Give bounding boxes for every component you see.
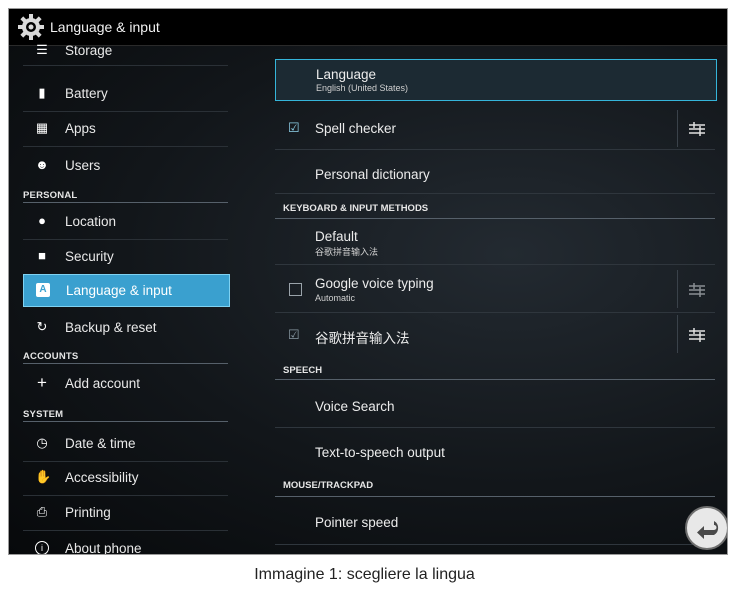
- sidebar-item-accessibility[interactable]: ✋ Accessibility: [23, 461, 228, 496]
- sidebar-item-about-phone[interactable]: i About phone: [23, 532, 228, 555]
- sidebar-item-add-account[interactable]: + Add account: [23, 367, 228, 397]
- sidebar: ☰ Storage ▮ Battery ▦ Apps ☻ Users PERSO…: [9, 43, 261, 555]
- personal-dictionary-item[interactable]: Personal dictionary: [275, 151, 715, 194]
- section-divider: [23, 202, 228, 203]
- voice-search-item[interactable]: Voice Search: [275, 381, 715, 428]
- section-divider: [23, 421, 228, 422]
- section-speech: SPEECH: [283, 365, 323, 376]
- sidebar-item-label: Location: [65, 214, 117, 229]
- item-title: Spell checker: [315, 121, 397, 136]
- settings-window: Language & input ☰ Storage ▮ Battery ▦ A…: [8, 8, 728, 555]
- back-arrow-icon: [697, 521, 719, 539]
- item-title: Text-to-speech output: [315, 445, 445, 460]
- sidebar-item-label: Security: [65, 249, 114, 264]
- item-subtitle: 谷歌拼音输入法: [315, 247, 379, 257]
- default-input-item[interactable]: Default 谷歌拼音输入法: [275, 220, 715, 265]
- text-to-speech-item[interactable]: Text-to-speech output: [275, 429, 715, 473]
- sidebar-item-label: Users: [65, 158, 101, 173]
- pinyin-input-item[interactable]: ☑ 谷歌拼音输入法: [275, 315, 715, 355]
- sidebar-item-battery[interactable]: ▮ Battery: [23, 77, 228, 112]
- language-item[interactable]: Language English (United States): [275, 59, 717, 101]
- info-icon: i: [35, 541, 49, 554]
- backup-icon: ↻: [36, 319, 48, 334]
- lock-icon: ■: [38, 248, 46, 263]
- sidebar-item-label: Backup & reset: [65, 320, 157, 335]
- google-voice-typing-item[interactable]: Google voice typing Automatic: [275, 266, 715, 313]
- item-subtitle: Automatic: [315, 293, 356, 303]
- image-caption: Immagine 1: scegliere la lingua: [254, 566, 475, 583]
- section-keyboard-input-methods: KEYBOARD & INPUT METHODS: [283, 203, 429, 214]
- plus-icon: +: [37, 373, 47, 392]
- section-mouse-trackpad: MOUSE/TRACKPAD: [283, 480, 374, 491]
- location-icon: ●: [38, 213, 46, 228]
- users-icon: ☻: [35, 157, 49, 172]
- sidebar-item-label: Apps: [65, 121, 96, 136]
- vertical-divider: [677, 270, 678, 308]
- item-subtitle: English (United States): [316, 83, 409, 93]
- storage-icon: ☰: [36, 42, 48, 57]
- apps-icon: ▦: [35, 120, 49, 135]
- section-system: SYSTEM: [23, 409, 64, 420]
- main-panel: Language English (United States) ☑ Spell…: [275, 45, 717, 554]
- section-personal: PERSONAL: [23, 190, 78, 201]
- item-title: Language: [316, 67, 377, 82]
- checkbox-checked-icon[interactable]: ☑: [288, 121, 300, 134]
- checkbox-unchecked[interactable]: [289, 283, 302, 296]
- item-title: Personal dictionary: [315, 167, 430, 182]
- printer-icon: ⎙: [36, 504, 48, 519]
- vertical-divider: [677, 110, 678, 147]
- keyboard-icon: A: [36, 283, 50, 297]
- sidebar-item-location[interactable]: ● Location: [23, 205, 228, 240]
- item-title: Pointer speed: [315, 515, 399, 530]
- sidebar-item-label: About phone: [65, 541, 142, 555]
- sidebar-item-users[interactable]: ☻ Users: [23, 149, 228, 179]
- hand-icon: ✋: [35, 469, 52, 484]
- pointer-speed-item[interactable]: Pointer speed: [275, 498, 715, 545]
- item-title: 谷歌拼音输入法: [315, 331, 410, 346]
- section-accounts: ACCOUNTS: [23, 351, 79, 362]
- item-title: Default: [315, 229, 358, 244]
- item-title: Google voice typing: [315, 276, 434, 291]
- sidebar-item-label: Storage: [65, 43, 113, 58]
- settings-sliders-icon[interactable]: [689, 283, 705, 297]
- sidebar-item-label: Accessibility: [65, 470, 139, 485]
- sidebar-item-label: Printing: [65, 505, 111, 520]
- item-title: Voice Search: [315, 399, 395, 414]
- sidebar-item-apps[interactable]: ▦ Apps: [23, 112, 228, 147]
- section-divider: [275, 379, 715, 380]
- battery-icon: ▮: [38, 85, 46, 100]
- section-divider: [275, 218, 715, 219]
- checkbox-checked-icon[interactable]: ☑: [288, 328, 300, 341]
- sidebar-item-label: Add account: [65, 376, 141, 391]
- sidebar-item-backup-reset[interactable]: ↻ Backup & reset: [23, 311, 228, 341]
- sidebar-item-label: Date & time: [65, 436, 136, 451]
- back-button[interactable]: [685, 506, 727, 550]
- sidebar-item-security[interactable]: ■ Security: [23, 240, 228, 275]
- section-divider: [23, 363, 228, 364]
- sidebar-item-printing[interactable]: ⎙ Printing: [23, 496, 228, 531]
- vertical-divider: [677, 315, 678, 353]
- sidebar-item-storage[interactable]: ☰ Storage: [23, 32, 228, 66]
- settings-sliders-icon[interactable]: [689, 122, 705, 136]
- settings-sliders-icon[interactable]: [689, 328, 705, 342]
- spell-checker-item[interactable]: ☑ Spell checker: [275, 108, 715, 150]
- clock-icon: ◷: [36, 435, 48, 450]
- sidebar-item-date-time[interactable]: ◷ Date & time: [23, 427, 228, 462]
- sidebar-item-label: Language & input: [66, 283, 172, 298]
- section-divider: [275, 496, 715, 497]
- sidebar-item-label: Battery: [65, 86, 108, 101]
- sidebar-item-language-input[interactable]: A Language & input: [23, 274, 230, 307]
